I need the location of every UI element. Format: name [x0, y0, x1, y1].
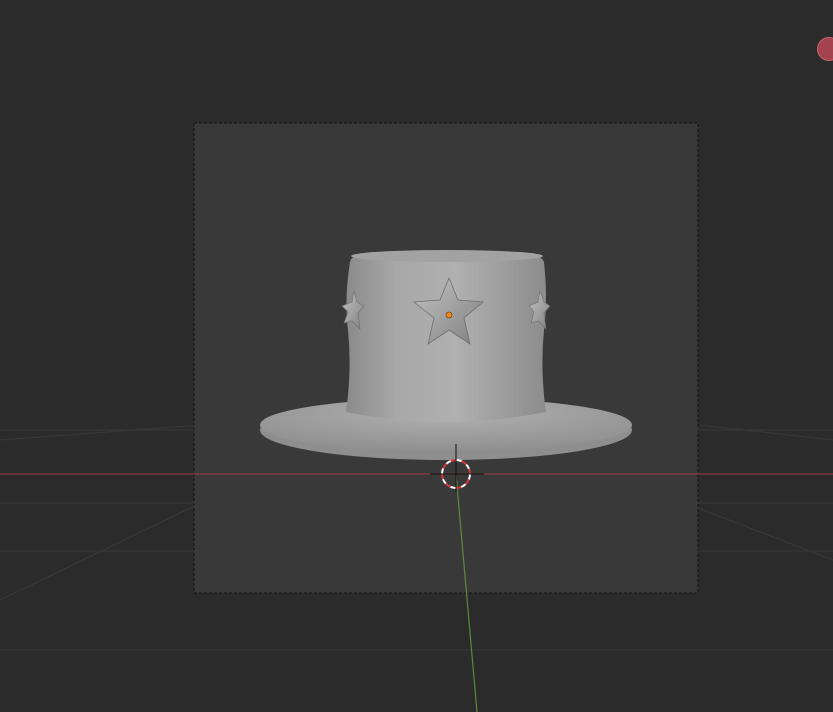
viewport-canvas[interactable]	[0, 0, 833, 712]
object-origin-dot[interactable]	[445, 311, 453, 319]
3d-viewport[interactable]	[0, 0, 833, 712]
hat-crown[interactable]	[346, 252, 546, 422]
hat-crown-top	[351, 250, 543, 262]
grid-line	[0, 424, 201, 441]
grid-line	[699, 424, 833, 441]
